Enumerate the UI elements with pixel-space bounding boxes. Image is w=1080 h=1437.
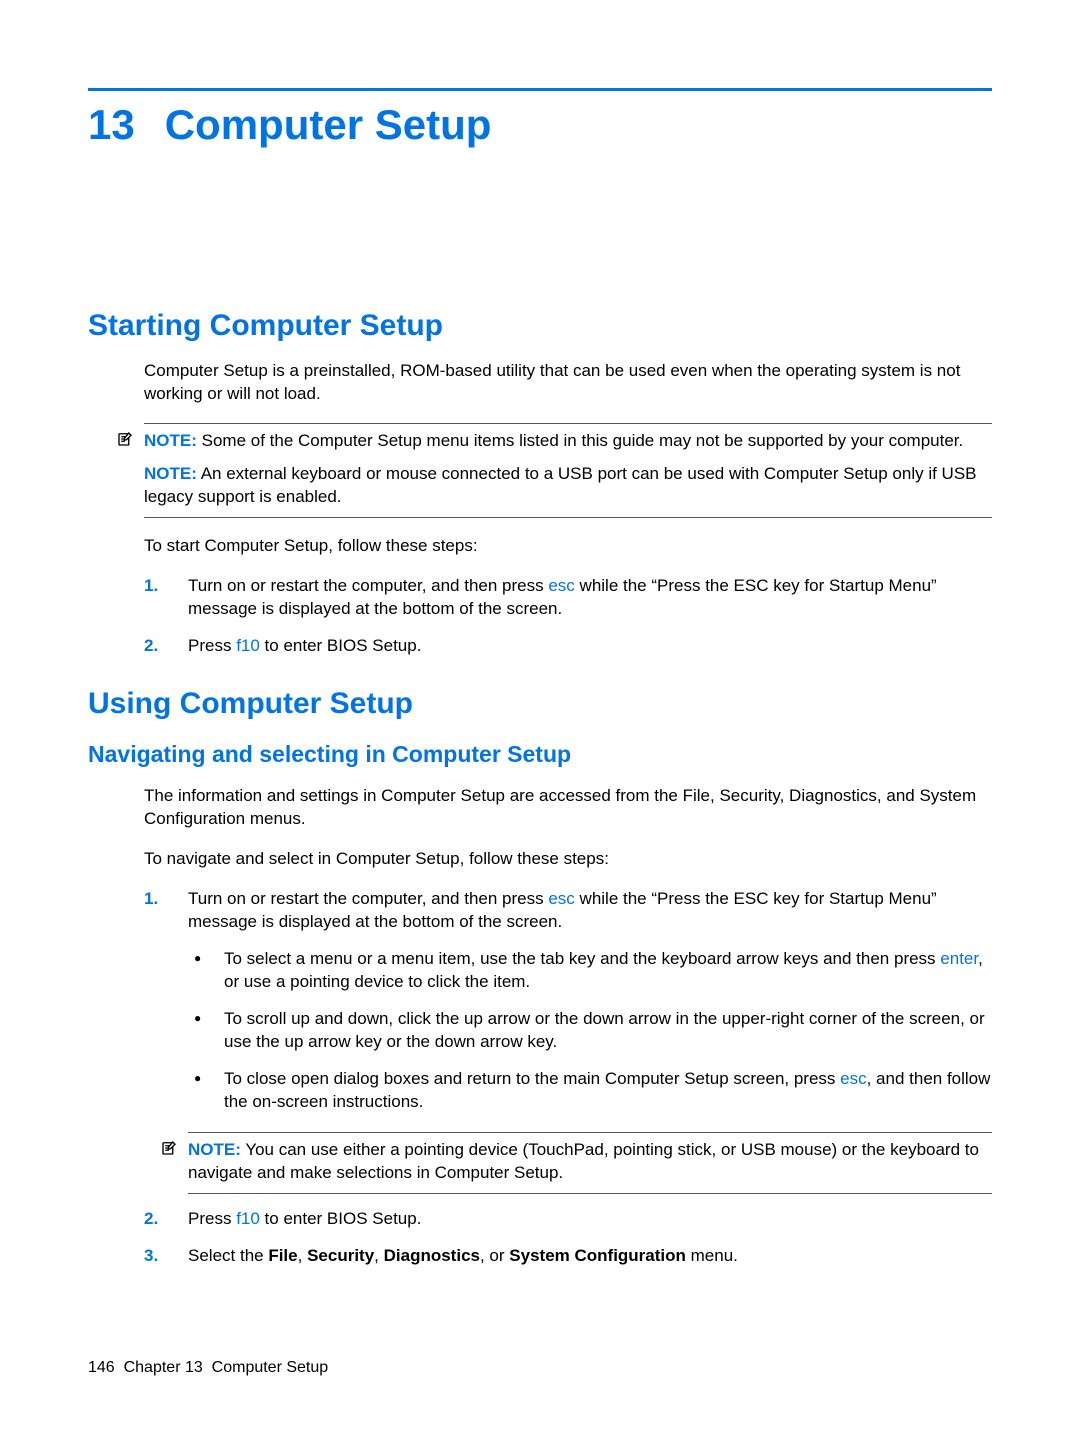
note-label: NOTE: bbox=[144, 464, 197, 483]
chapter-title: Computer Setup bbox=[165, 101, 492, 149]
list-item: To scroll up and down, click the up arro… bbox=[188, 1008, 992, 1054]
step-text: Turn on or restart the computer, and the… bbox=[188, 576, 548, 595]
key-esc: esc bbox=[548, 889, 574, 908]
paragraph: To navigate and select in Computer Setup… bbox=[144, 848, 992, 871]
step-text: Turn on or restart the computer, and the… bbox=[188, 889, 548, 908]
key-f10: f10 bbox=[236, 1209, 260, 1228]
note-text: Some of the Computer Setup menu items li… bbox=[202, 431, 964, 450]
footer-title: Computer Setup bbox=[212, 1359, 329, 1376]
paragraph: Computer Setup is a preinstalled, ROM-ba… bbox=[144, 360, 992, 406]
key-esc: esc bbox=[548, 576, 574, 595]
bullet-text: To close open dialog boxes and return to… bbox=[224, 1069, 840, 1088]
step-text: to enter BIOS Setup. bbox=[260, 1209, 422, 1228]
list-item: 3. Select the File, Security, Diagnostic… bbox=[144, 1245, 992, 1268]
chapter-rule bbox=[88, 88, 992, 91]
step-number: 3. bbox=[144, 1245, 158, 1268]
note-text: You can use either a pointing device (To… bbox=[188, 1140, 979, 1182]
step-text: Press bbox=[188, 636, 236, 655]
chapter-heading: 13 Computer Setup bbox=[88, 101, 992, 149]
step-text: Select the bbox=[188, 1246, 268, 1265]
list-item: 2. Press f10 to enter BIOS Setup. bbox=[144, 635, 992, 658]
note-block: NOTE: You can use either a pointing devi… bbox=[188, 1132, 992, 1194]
chapter-number: 13 bbox=[88, 101, 135, 149]
step-text: menu. bbox=[686, 1246, 738, 1265]
note-label: NOTE: bbox=[144, 431, 197, 450]
paragraph: The information and settings in Computer… bbox=[144, 785, 992, 831]
menu-name-file: File bbox=[268, 1246, 297, 1265]
step-number: 2. bbox=[144, 1208, 158, 1231]
list-item: To select a menu or a menu item, use the… bbox=[188, 948, 992, 994]
step-number: 1. bbox=[144, 888, 158, 911]
list-item: 1. Turn on or restart the computer, and … bbox=[144, 888, 992, 1193]
section-heading-starting: Starting Computer Setup bbox=[88, 309, 992, 343]
note-icon bbox=[160, 1139, 178, 1160]
note-icon bbox=[116, 430, 134, 451]
note-label: NOTE: bbox=[188, 1140, 241, 1159]
menu-name-system-configuration: System Configuration bbox=[509, 1246, 686, 1265]
step-number: 2. bbox=[144, 635, 158, 658]
section-heading-using: Using Computer Setup bbox=[88, 687, 992, 721]
page-number: 146 bbox=[88, 1359, 115, 1376]
key-esc: esc bbox=[840, 1069, 866, 1088]
step-text: , bbox=[374, 1246, 383, 1265]
bullet-text: To scroll up and down, click the up arro… bbox=[224, 1009, 985, 1051]
key-f10: f10 bbox=[236, 636, 260, 655]
subsection-heading-navigating: Navigating and selecting in Computer Set… bbox=[88, 741, 992, 768]
bullet-text: To select a menu or a menu item, use the… bbox=[224, 949, 940, 968]
menu-name-security: Security bbox=[307, 1246, 374, 1265]
step-text: Press bbox=[188, 1209, 236, 1228]
bullet-list: To select a menu or a menu item, use the… bbox=[188, 948, 992, 1114]
document-page: { "chapter": { "number": "13", "title": … bbox=[0, 0, 1080, 1437]
step-number: 1. bbox=[144, 575, 158, 598]
key-enter: enter bbox=[940, 949, 978, 968]
list-item: To close open dialog boxes and return to… bbox=[188, 1068, 992, 1114]
note-text: An external keyboard or mouse connected … bbox=[144, 464, 977, 506]
step-text: , or bbox=[480, 1246, 509, 1265]
list-item: 2. Press f10 to enter BIOS Setup. bbox=[144, 1208, 992, 1231]
note-block: NOTE: Some of the Computer Setup menu it… bbox=[144, 423, 992, 518]
step-text: , bbox=[298, 1246, 307, 1265]
step-text: to enter BIOS Setup. bbox=[260, 636, 422, 655]
footer-chapter: Chapter 13 bbox=[124, 1359, 203, 1376]
ordered-list: 1. Turn on or restart the computer, and … bbox=[144, 888, 992, 1267]
menu-name-diagnostics: Diagnostics bbox=[384, 1246, 480, 1265]
list-item: 1. Turn on or restart the computer, and … bbox=[144, 575, 992, 621]
page-footer: 146 Chapter 13 Computer Setup bbox=[88, 1359, 328, 1377]
ordered-list: 1. Turn on or restart the computer, and … bbox=[144, 575, 992, 658]
paragraph: To start Computer Setup, follow these st… bbox=[144, 535, 992, 558]
